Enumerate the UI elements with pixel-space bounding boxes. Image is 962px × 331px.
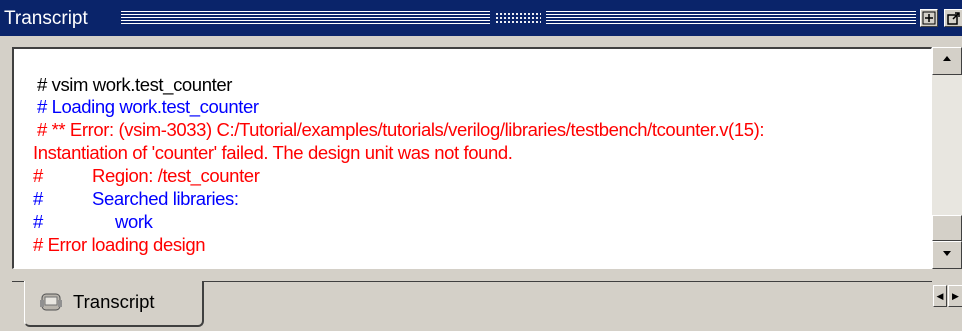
arrow-right-icon: ▶: [952, 291, 959, 301]
arrow-left-icon: ◀: [936, 291, 944, 301]
transcript-output[interactable]: # vsim work.test_counter # Loading work.…: [12, 47, 932, 269]
window-titlebar[interactable]: Transcript: [0, 0, 962, 38]
zoom-icon: [922, 11, 936, 25]
undock-icon: [946, 12, 960, 25]
scroll-down-button[interactable]: [932, 241, 962, 269]
arrow-down-icon: [943, 251, 951, 256]
drag-handle-icon[interactable]: [495, 12, 541, 23]
tab-strip: Transcript ◀ ▶: [0, 269, 962, 331]
scroll-thumb[interactable]: [932, 215, 962, 241]
transcript-line-text: # Error loading design: [32, 234, 206, 255]
tab-transcript[interactable]: Transcript: [24, 281, 204, 327]
transcript-line-text: Searched libraries:: [92, 188, 239, 209]
arrow-up-icon: [943, 56, 951, 61]
drag-grip-right[interactable]: [546, 11, 916, 24]
tab-label: Transcript: [73, 291, 155, 312]
transcript-line: # Error loading design: [14, 212, 206, 268]
transcript-line: Instantiation of 'counter' failed. The d…: [14, 120, 513, 186]
scroll-up-button[interactable]: [932, 47, 962, 75]
window-title: Transcript: [4, 8, 88, 29]
zoom-button[interactable]: [920, 9, 938, 27]
drag-grip-left[interactable]: [121, 11, 490, 24]
undock-button[interactable]: [944, 9, 962, 27]
transcript-icon: [40, 293, 62, 311]
vertical-scrollbar[interactable]: [932, 47, 962, 269]
tab-scroll-right-button[interactable]: ▶: [948, 285, 962, 307]
transcript-line-text: Instantiation of 'counter' failed. The d…: [32, 142, 513, 163]
transcript-line-text: Region: /test_counter: [92, 165, 260, 186]
tab-scroll-left-button[interactable]: ◀: [933, 285, 947, 307]
